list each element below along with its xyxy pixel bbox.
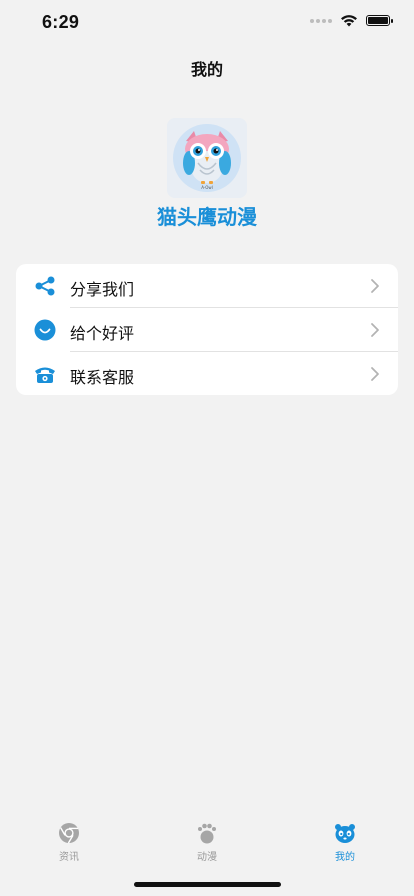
status-indicators <box>310 14 393 27</box>
tab-label: 我的 <box>335 852 355 863</box>
chevron-right-icon <box>371 323 379 337</box>
tab-label: 资讯 <box>59 852 79 863</box>
phone-icon <box>35 367 55 383</box>
menu-item-contact[interactable]: 联系客服 <box>16 352 398 395</box>
tab-news[interactable]: 资讯 <box>29 822 109 866</box>
panda-icon <box>335 824 355 843</box>
status-bar: 6:29 <box>0 0 414 48</box>
footprint-icon <box>198 823 216 844</box>
owl-logo-icon: A·Owl <box>173 124 241 192</box>
signal-icon <box>310 18 332 23</box>
smile-icon <box>34 319 56 341</box>
tab-mine[interactable]: 我的 <box>305 822 385 866</box>
logo-caption: A·Owl <box>201 185 213 190</box>
app-name: 猫头鹰动漫 <box>157 205 257 229</box>
menu-item-label: 联系客服 <box>70 368 135 387</box>
share-icon <box>35 276 55 296</box>
menu-item-label: 分享我们 <box>70 280 135 299</box>
menu-item-rate[interactable]: 给个好评 <box>16 308 398 351</box>
menu-card: 分享我们 给个好评 联系客服 <box>16 264 398 395</box>
wifi-icon <box>341 15 357 27</box>
menu-item-label: 给个好评 <box>70 324 135 343</box>
page-title: 我的 <box>190 60 223 79</box>
tab-anime[interactable]: 动漫 <box>167 822 247 866</box>
status-time: 6:29 <box>42 12 80 32</box>
battery-icon <box>366 15 393 26</box>
chevron-right-icon <box>371 279 379 293</box>
app-logo: A·Owl <box>167 118 247 198</box>
menu-item-share[interactable]: 分享我们 <box>16 264 398 307</box>
chrome-icon <box>59 823 79 844</box>
chevron-right-icon <box>371 367 379 381</box>
tab-label: 动漫 <box>197 852 217 863</box>
home-indicator[interactable] <box>134 882 281 887</box>
